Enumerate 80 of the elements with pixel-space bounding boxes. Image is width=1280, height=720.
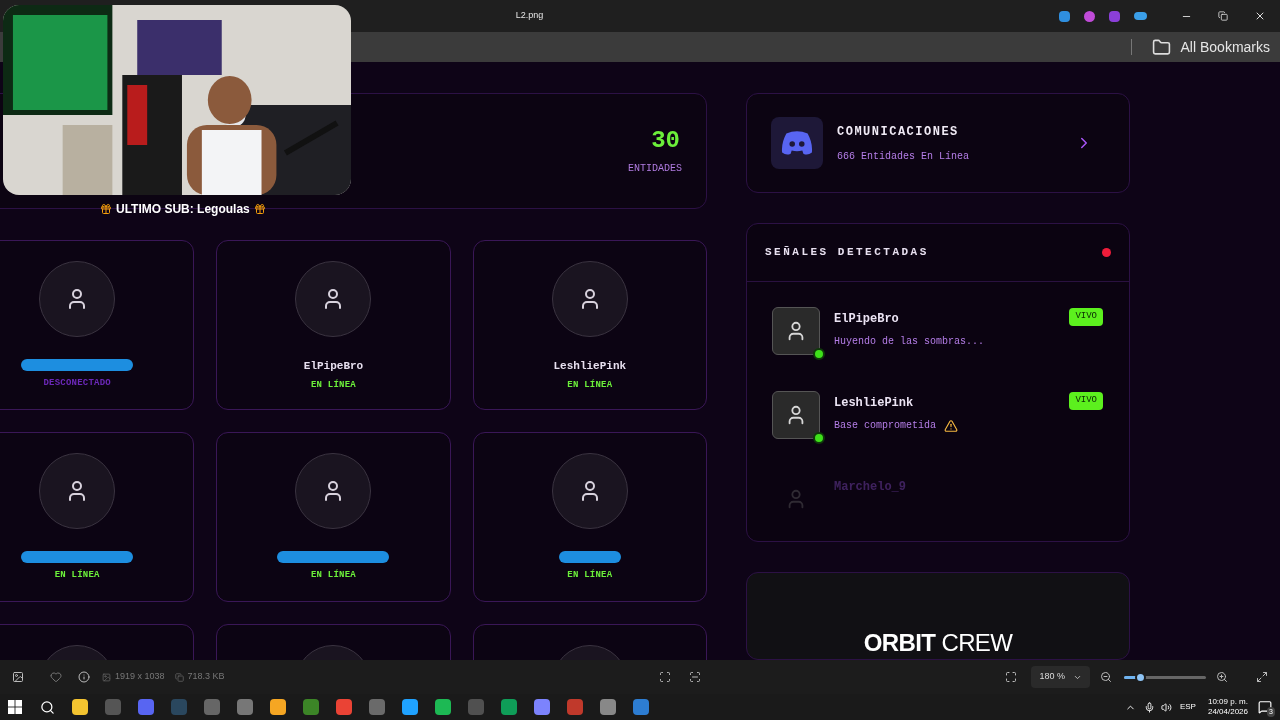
taskbar-app-icon[interactable]	[402, 699, 418, 715]
language-indicator[interactable]: ESP	[1179, 701, 1196, 713]
discord-subtitle: 666 Entidades En Línea	[837, 149, 971, 164]
image-dimensions: 1919 x 1038	[115, 670, 165, 684]
taskbar-app-icon[interactable]	[435, 699, 451, 715]
gamepad-logo-icon	[780, 130, 814, 157]
fullscreen-icon[interactable]	[1256, 671, 1268, 683]
member-card[interactable]: EN LÍNEA	[216, 432, 451, 602]
clock-time: 10:09 p. m.	[1207, 697, 1248, 707]
gift-icon	[253, 203, 266, 215]
signal-name: Marchelo_9	[834, 479, 907, 497]
taskbar-app-icon[interactable]	[237, 699, 253, 715]
member-card[interactable]: LeshliePink EN LÍNEA	[472, 240, 707, 410]
bookmarks-link[interactable]: All Bookmarks	[1180, 36, 1270, 58]
file-icon	[174, 672, 184, 682]
member-name: LeshliePink	[553, 359, 627, 373]
member-card[interactable]: ElPipeBro EN LÍNEA	[216, 240, 451, 410]
taskbar-app-icon[interactable]	[303, 699, 319, 715]
member-status: EN LÍNEA	[311, 379, 356, 392]
gift-icon	[100, 203, 112, 215]
speaker-icon[interactable]	[1160, 701, 1172, 713]
taskbar-app-icon[interactable]	[270, 699, 286, 715]
stat-value: 30	[651, 126, 681, 155]
info-icon[interactable]	[78, 671, 90, 683]
restore-button[interactable]	[1218, 11, 1228, 21]
signals-title: SEÑALES DETECTADAS	[765, 245, 929, 261]
fit-icon[interactable]	[1005, 671, 1018, 683]
windows-start-icon[interactable]	[8, 700, 22, 714]
clock[interactable]: 10:09 p. m. 24/04/2026	[1207, 697, 1248, 717]
scan-text-icon[interactable]	[689, 671, 701, 683]
taskbar-app-icon[interactable]	[534, 699, 550, 715]
stat-label: ENTIDADES	[628, 161, 682, 176]
taskbar-app-icon[interactable]	[633, 699, 649, 715]
heart-icon[interactable]	[50, 671, 62, 683]
close-button[interactable]	[1254, 10, 1266, 22]
signal-name: ElPipeBro	[834, 311, 900, 329]
member-name: ElPipeBro	[303, 359, 364, 373]
discord-title: COMUNICACIONES	[837, 123, 960, 141]
brand-wordmark: ORBIT CREW	[863, 629, 1013, 657]
member-status: EN LÍNEA	[54, 569, 100, 582]
member-status: EN LÍNEA	[567, 379, 613, 392]
redaction-scribble	[558, 551, 621, 563]
zoom-in-icon[interactable]	[1216, 671, 1228, 683]
app-icon[interactable]	[1109, 10, 1120, 22]
signal-message: Base comprometida	[834, 419, 937, 434]
taskbar-app-icon[interactable]	[72, 699, 88, 715]
clock-date: 24/04/2026	[1207, 707, 1248, 717]
live-badge: VIVO	[1069, 392, 1103, 410]
filmstrip-icon[interactable]	[12, 671, 24, 683]
zoom-slider-track[interactable]	[1124, 675, 1206, 679]
signal-message: Huyendo de las sombras...	[834, 335, 985, 350]
file-size: 718.3 KB	[187, 670, 225, 684]
scan-icon[interactable]	[659, 671, 671, 683]
image-icon	[102, 672, 111, 682]
signal-name: LeshliePink	[834, 395, 915, 413]
member-status: EN LÍNEA	[567, 569, 613, 582]
taskbar-app-icon[interactable]	[501, 699, 517, 715]
app-icon[interactable]	[1084, 10, 1095, 22]
member-card[interactable]: EN LÍNEA	[0, 432, 195, 602]
zoom-dropdown[interactable]: 180 %	[1031, 666, 1090, 688]
folder-icon	[1151, 37, 1171, 57]
member-status: DESCONECTADO	[43, 377, 111, 390]
member-card[interactable]: EN LÍNEA	[472, 432, 707, 602]
search-icon[interactable]	[40, 699, 55, 715]
microphone-icon[interactable]	[1143, 701, 1155, 713]
discord-card[interactable]: COMUNICACIONES 666 Entidades En Línea	[746, 93, 1130, 194]
taskbar-app-icon[interactable]	[567, 699, 583, 715]
window-title: L2.png	[515, 9, 544, 23]
zoom-slider-thumb[interactable]	[1135, 671, 1147, 683]
last-sub-text: ULTIMO SUB: Legoulas	[116, 201, 250, 218]
taskbar-app-icon[interactable]	[336, 699, 352, 715]
taskbar-app-icon[interactable]	[600, 699, 616, 715]
zoom-out-icon[interactable]	[1100, 671, 1112, 683]
live-badge: VIVO	[1069, 308, 1103, 326]
app-icon[interactable]	[1059, 10, 1070, 22]
member-status: EN LÍNEA	[311, 569, 356, 582]
taskbar-app-icon[interactable]	[369, 699, 385, 715]
taskbar-app-icon[interactable]	[138, 699, 154, 715]
cloud-icon[interactable]	[1134, 12, 1147, 20]
taskbar-app-icon[interactable]	[204, 699, 220, 715]
